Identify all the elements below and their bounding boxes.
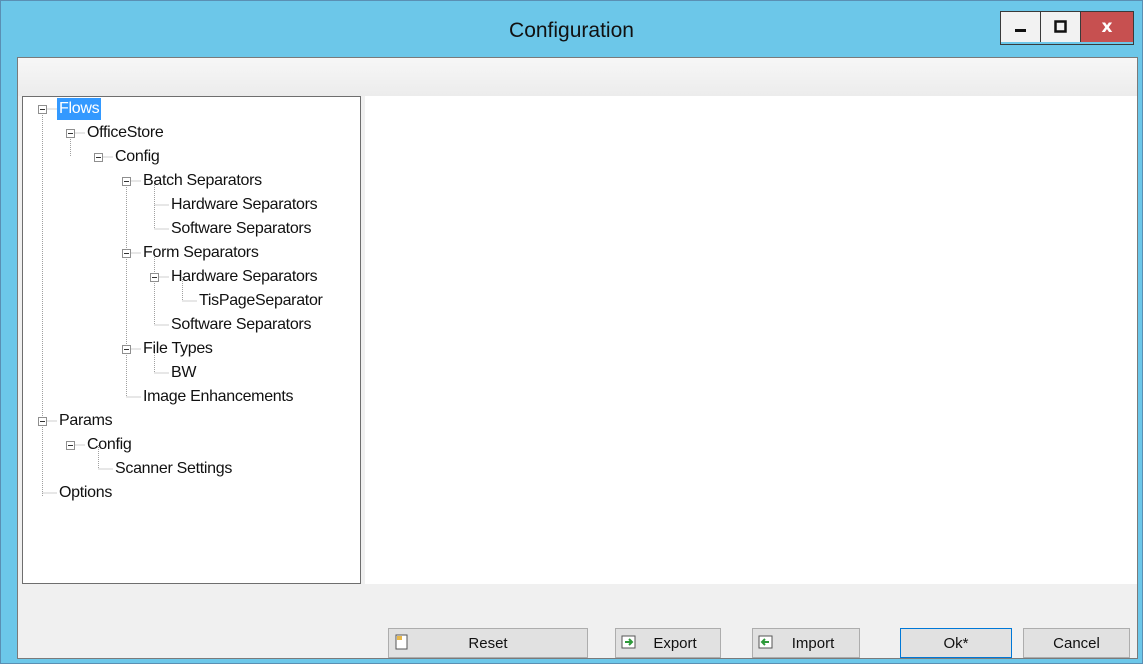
tree-node-batch-software-separators[interactable]: Software Separators <box>169 218 313 240</box>
minimize-icon <box>1014 29 1026 32</box>
tree-node-file-types[interactable]: File Types <box>141 338 215 360</box>
collapse-officestore-icon[interactable] <box>66 129 75 138</box>
maximize-icon <box>1053 20 1067 33</box>
window-title: Configuration <box>509 19 634 42</box>
collapse-hardware-separators-icon[interactable] <box>150 273 159 282</box>
collapse-file-types-icon[interactable] <box>122 345 131 354</box>
tree-node-bw[interactable]: BW <box>169 362 198 384</box>
toolstrip <box>18 58 1137 96</box>
tree-node-image-enhancements[interactable]: Image Enhancements <box>141 386 295 408</box>
title-bar[interactable]: Configuration x <box>1 1 1142 55</box>
window-controls: x <box>1000 11 1134 45</box>
export-icon <box>621 635 636 649</box>
tree-node-batch-separators[interactable]: Batch Separators <box>141 170 264 192</box>
tree-node-scanner-settings[interactable]: Scanner Settings <box>113 458 234 480</box>
client-area: Flows OfficeStore Config Batch Separator… <box>17 57 1138 659</box>
import-button-label: Import <box>791 634 835 652</box>
collapse-batch-separators-icon[interactable] <box>122 177 131 186</box>
config-tree[interactable]: Flows OfficeStore Config Batch Separator… <box>22 96 361 584</box>
tree-node-config[interactable]: Config <box>113 146 161 168</box>
reset-button-label: Reset <box>468 634 508 652</box>
close-icon: x <box>1101 16 1113 37</box>
tree-node-form-software-separators[interactable]: Software Separators <box>169 314 313 336</box>
collapse-config-icon[interactable] <box>94 153 103 162</box>
maximize-button[interactable] <box>1041 12 1081 42</box>
tree-node-tispageseparator[interactable]: TisPageSeparator <box>197 290 325 312</box>
tree-node-params[interactable]: Params <box>57 410 114 432</box>
tree-node-batch-hardware-separators[interactable]: Hardware Separators <box>169 194 319 216</box>
ok-button-label: Ok* <box>943 634 969 652</box>
tree-node-form-hardware-separators[interactable]: Hardware Separators <box>169 266 319 288</box>
import-icon <box>758 635 773 649</box>
cancel-button-label: Cancel <box>1053 634 1100 652</box>
reset-button[interactable]: Reset <box>388 628 588 658</box>
minimize-button[interactable] <box>1001 12 1041 42</box>
details-panel <box>365 96 1137 584</box>
import-button[interactable]: Import <box>752 628 860 658</box>
reset-icon <box>395 634 408 650</box>
export-button[interactable]: Export <box>615 628 721 658</box>
collapse-params-icon[interactable] <box>38 417 47 426</box>
tree-node-params-config[interactable]: Config <box>85 434 133 456</box>
tree-node-options[interactable]: Options <box>57 482 114 504</box>
tree-node-form-separators[interactable]: Form Separators <box>141 242 261 264</box>
configuration-window: Configuration x Flows OfficeStore Config… <box>0 0 1143 664</box>
export-button-label: Export <box>653 634 697 652</box>
collapse-form-separators-icon[interactable] <box>122 249 131 258</box>
ok-button[interactable]: Ok* <box>900 628 1012 658</box>
cancel-button[interactable]: Cancel <box>1023 628 1130 658</box>
close-button[interactable]: x <box>1081 12 1133 42</box>
collapse-flows-icon[interactable] <box>38 105 47 114</box>
tree-node-flows[interactable]: Flows <box>57 98 102 120</box>
tree-node-officestore[interactable]: OfficeStore <box>85 122 165 144</box>
collapse-params-config-icon[interactable] <box>66 441 75 450</box>
